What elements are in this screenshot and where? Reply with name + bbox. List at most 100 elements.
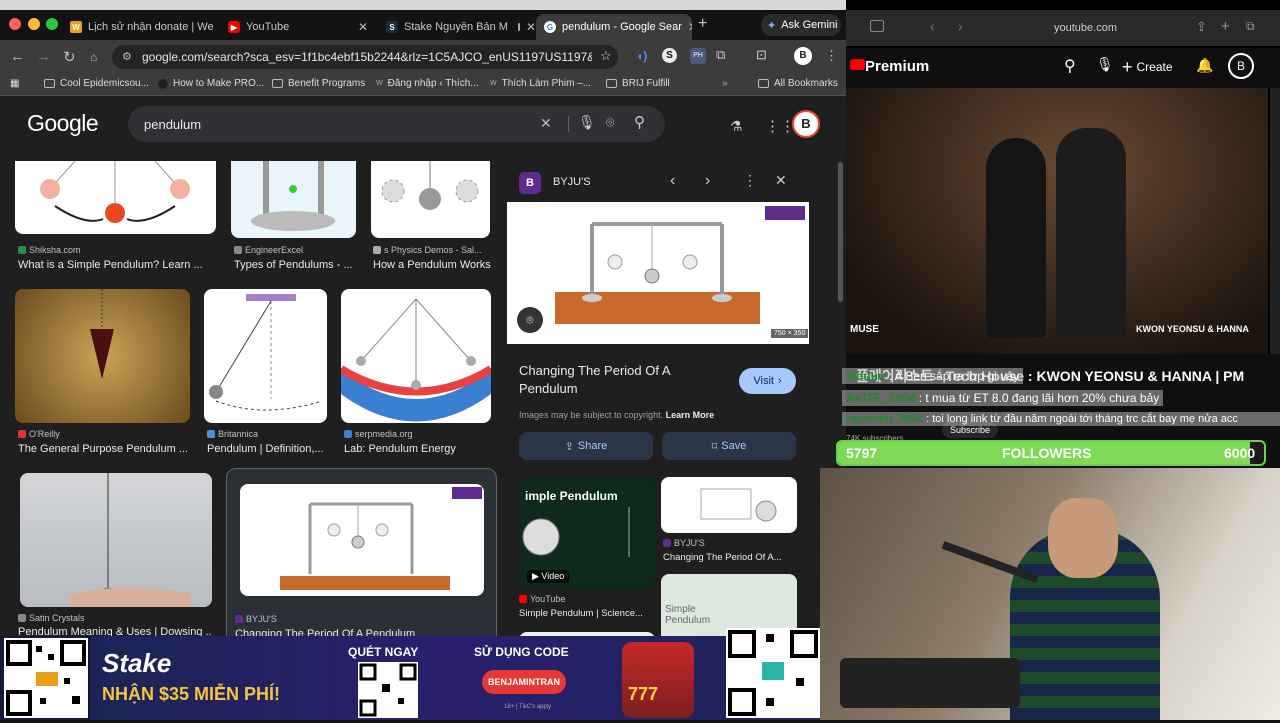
- stake-ad[interactable]: Stake NHẬN $35 MIỄN PHÍ! QUÉT NGAY SỬ DỤ…: [90, 628, 820, 720]
- more-bookmarks-chevron-icon[interactable]: »: [722, 78, 728, 89]
- youtube-logo-icon[interactable]: [850, 59, 865, 70]
- result-title[interactable]: How a Pendulum Works: [373, 259, 491, 271]
- notifications-bell-icon[interactable]: 🔔: [1196, 57, 1213, 74]
- visit-button[interactable]: Visit ›: [739, 368, 796, 394]
- youtube-premium-logo[interactable]: Premium: [865, 58, 929, 75]
- share-icon[interactable]: ⇪: [1196, 19, 1207, 35]
- bookmark-4[interactable]: W Đăng nhập ‹ Thích...: [376, 78, 479, 89]
- extension-s-icon[interactable]: S: [662, 48, 677, 63]
- result-source[interactable]: Shiksha.com: [18, 245, 208, 255]
- bookmark-star-icon[interactable]: ☆: [600, 48, 612, 64]
- close-panel-icon[interactable]: ✕: [775, 172, 787, 189]
- zoom-window-button[interactable]: [46, 18, 58, 30]
- panel-site-name[interactable]: BYJU'S: [553, 176, 591, 188]
- close-tab-icon[interactable]: ✕: [688, 20, 692, 34]
- result-source[interactable]: O'Reilly: [18, 429, 188, 439]
- previous-result-icon[interactable]: ‹: [670, 172, 675, 190]
- result-source[interactable]: Britannica: [207, 429, 327, 439]
- tab-stake[interactable]: S Stake Nguyên Bản M ✕: [378, 14, 534, 40]
- lens-icon[interactable]: ⌾: [517, 307, 543, 333]
- create-button[interactable]: + Create: [1122, 54, 1173, 80]
- account-avatar[interactable]: B: [792, 110, 820, 138]
- close-window-button[interactable]: [9, 18, 21, 30]
- next-result-icon[interactable]: ›: [705, 172, 710, 190]
- result-title[interactable]: What is a Simple Pendulum? Learn ...: [18, 259, 216, 271]
- bookmark-2[interactable]: How to Make PRO...: [158, 78, 264, 89]
- related-video-thumb[interactable]: imple Pendulum ▶ Video: [519, 477, 655, 589]
- new-tab-button[interactable]: +: [698, 15, 707, 33]
- back-arrow-icon[interactable]: ‹: [930, 18, 935, 34]
- scrollbar-thumb[interactable]: [838, 162, 843, 302]
- tab-search-icon[interactable]: ⊡: [756, 47, 767, 63]
- related-title[interactable]: Changing The Period Of A...: [663, 552, 799, 563]
- result-image-britannica[interactable]: [204, 289, 327, 423]
- back-arrow-icon[interactable]: ←: [10, 48, 25, 65]
- tab-overview-icon[interactable]: ⧉: [1246, 19, 1255, 34]
- share-button[interactable]: ⇪ Share: [519, 432, 653, 460]
- microphone-icon[interactable]: 🎙: [1096, 56, 1114, 73]
- bookmark-6[interactable]: BRIJ Fulfill: [606, 78, 670, 89]
- all-bookmarks[interactable]: All Bookmarks: [758, 78, 838, 89]
- tab-donate[interactable]: W Lịch sử nhận donate | We ✕: [62, 14, 218, 40]
- forward-arrow-icon[interactable]: ›: [958, 18, 963, 34]
- address-bar[interactable]: ⚙ google.com/search?sca_esv=1f1bc4ebf15b…: [112, 45, 618, 69]
- search-icon[interactable]: ⚲: [1064, 56, 1076, 76]
- close-tab-icon[interactable]: ✕: [358, 20, 368, 34]
- result-title[interactable]: Changing The Period Of A Pendulum: [235, 628, 490, 636]
- result-image-physics-demos[interactable]: [371, 161, 490, 238]
- result-source[interactable]: s Physics Demos - Sal...: [373, 245, 490, 255]
- extension-waves-icon[interactable]: ◖): [636, 49, 647, 63]
- result-image-engineerexcel[interactable]: [231, 161, 356, 238]
- result-image-byjus[interactable]: [240, 484, 484, 596]
- youtube-address[interactable]: youtube.com: [1054, 22, 1117, 34]
- reload-icon[interactable]: ↻: [63, 48, 76, 66]
- result-image-satin-crystals[interactable]: [20, 473, 212, 607]
- profile-avatar-icon[interactable]: B: [794, 47, 812, 65]
- result-title[interactable]: The General Purpose Pendulum ...: [18, 443, 190, 455]
- sidebar-toggle-icon[interactable]: [870, 20, 884, 32]
- close-tab-icon[interactable]: ✕: [526, 20, 534, 34]
- youtube-scrollbar[interactable]: [1270, 88, 1280, 354]
- apps-grid-icon[interactable]: ▦: [10, 78, 19, 89]
- related-title[interactable]: Simple Pendulum | Science...: [519, 608, 655, 619]
- ask-gemini-button[interactable]: ✦ Ask Gemini: [761, 14, 841, 36]
- channel-avatar[interactable]: B: [1228, 53, 1254, 79]
- result-card-byjus-selected[interactable]: BYJU'S Changing The Period Of A Pendulum: [226, 468, 497, 636]
- bookmark-3[interactable]: Benefit Programs: [272, 78, 365, 89]
- clear-search-icon[interactable]: ✕: [540, 115, 552, 132]
- lens-search-icon[interactable]: ⌾: [606, 114, 614, 131]
- learn-more-link[interactable]: Learn More: [666, 410, 715, 420]
- labs-flask-icon[interactable]: ⚗: [730, 118, 743, 135]
- home-icon[interactable]: ⌂: [90, 50, 97, 64]
- voice-search-icon[interactable]: 🎙: [578, 114, 596, 131]
- tab-google-pendulum[interactable]: G pendulum - Google Sear ✕: [536, 14, 692, 40]
- result-title[interactable]: Pendulum Meaning & Uses | Dowsing ...: [18, 626, 212, 636]
- result-source[interactable]: BYJU'S: [235, 614, 485, 624]
- result-title[interactable]: Types of Pendulums - ...: [234, 259, 356, 271]
- bookmark-5[interactable]: W Thích Làm Phim –...: [490, 78, 591, 89]
- tab-youtube[interactable]: ▶ YouTube ✕: [220, 14, 376, 40]
- extensions-puzzle-icon[interactable]: ⧉: [716, 47, 725, 63]
- live-video[interactable]: MUSE KWON YEONSU & HANNA: [846, 88, 1268, 354]
- search-input[interactable]: pendulum ✕ 🎙 ⌾ ⚲: [128, 106, 665, 142]
- result-source[interactable]: EngineerExcel: [234, 245, 354, 255]
- bookmark-1[interactable]: Cool Epidemicsou...: [44, 78, 149, 89]
- result-image-serpmedia[interactable]: [341, 289, 491, 423]
- google-apps-grid-icon[interactable]: ⋮⋮: [765, 117, 795, 135]
- result-source[interactable]: serpmedia.org: [344, 429, 484, 439]
- related-image-simple-pendulum[interactable]: Simple Pendulum: [661, 574, 797, 636]
- result-title[interactable]: Pendulum | Definition,...: [207, 443, 327, 455]
- chrome-menu-icon[interactable]: ⋮: [825, 48, 838, 64]
- extension-ph-icon[interactable]: PH: [690, 48, 706, 64]
- site-info-icon[interactable]: ⚙: [122, 50, 132, 63]
- forward-arrow-icon[interactable]: →: [36, 48, 51, 65]
- related-image-byjus[interactable]: [661, 477, 797, 533]
- related-source[interactable]: BYJU'S: [663, 538, 797, 548]
- save-button[interactable]: ⌑ Save: [662, 432, 796, 460]
- result-image-shiksha[interactable]: [15, 161, 216, 234]
- result-title[interactable]: Lab: Pendulum Energy: [344, 443, 491, 455]
- minimize-window-button[interactable]: [28, 18, 40, 30]
- result-source[interactable]: Satin Crystals: [18, 613, 208, 623]
- related-source[interactable]: YouTube: [519, 594, 653, 604]
- more-options-icon[interactable]: ⋮: [743, 172, 757, 189]
